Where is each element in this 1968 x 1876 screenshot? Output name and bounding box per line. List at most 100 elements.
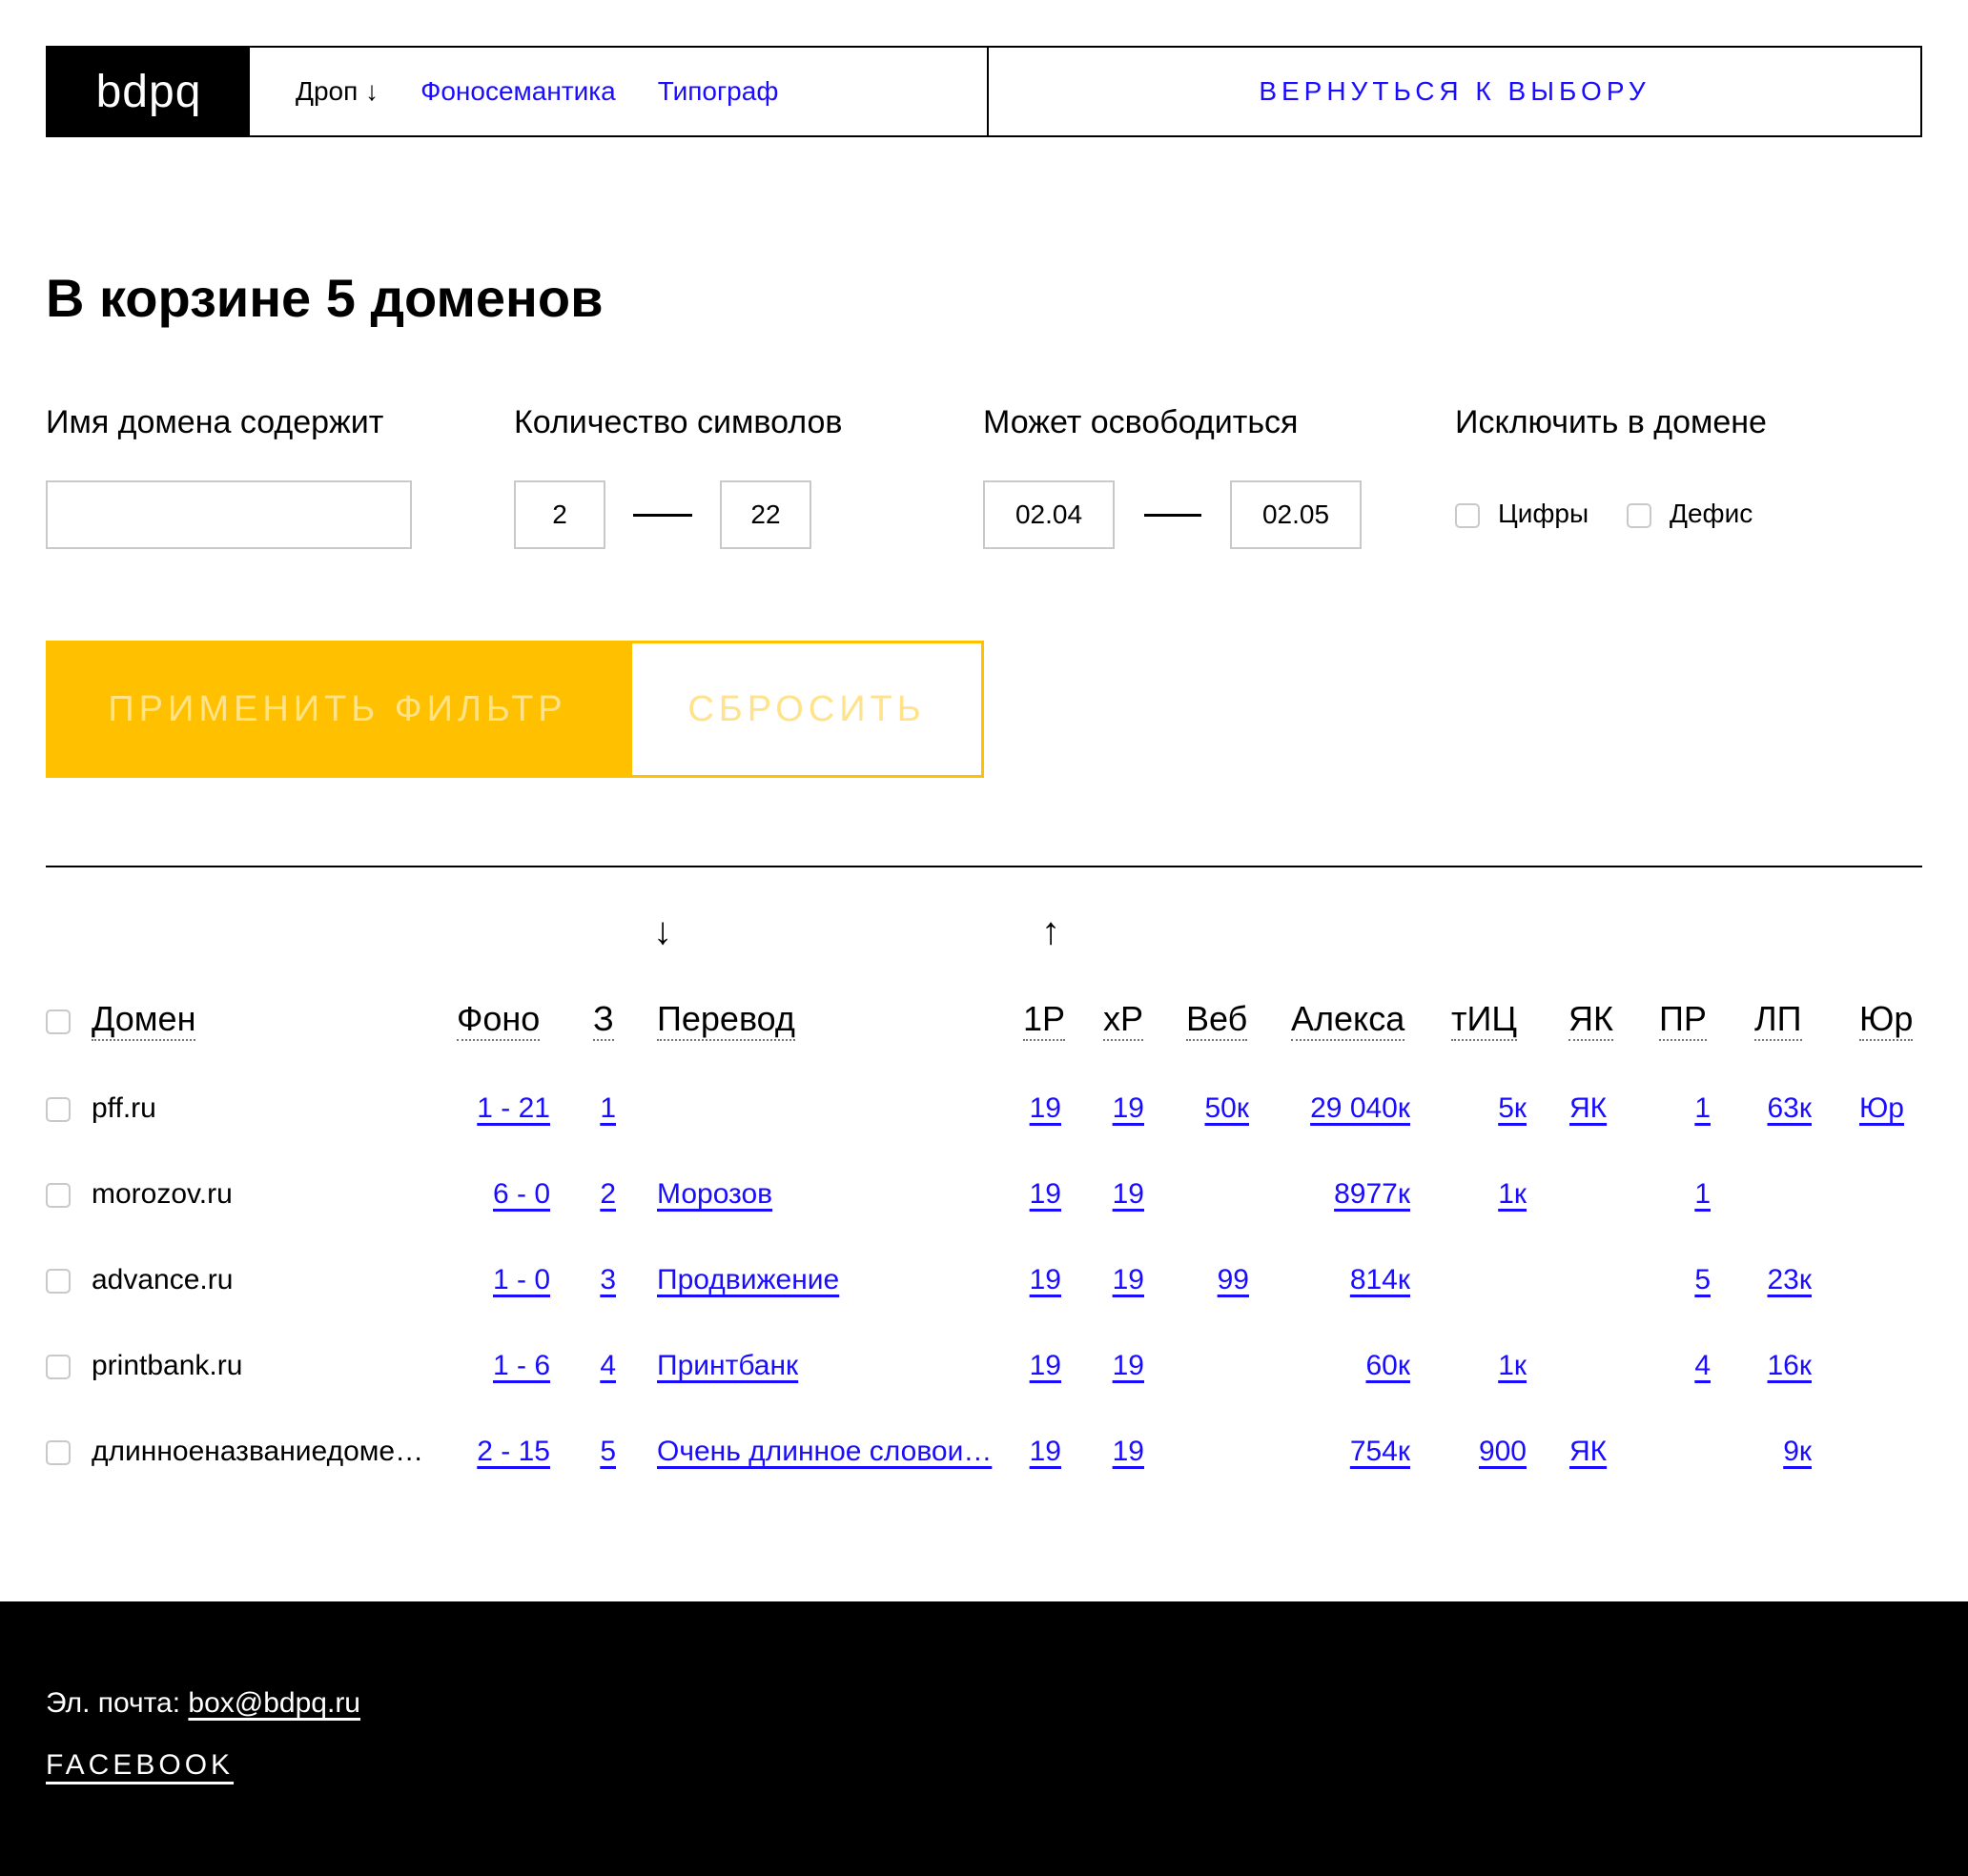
exclude-hyphen-checkbox[interactable] bbox=[1627, 503, 1651, 528]
domain-name: pff.ru bbox=[92, 1092, 156, 1124]
cell-fono[interactable]: 2 - 15 bbox=[477, 1435, 550, 1469]
cell-z[interactable]: 4 bbox=[600, 1349, 616, 1383]
column-header-xp[interactable]: хР bbox=[1103, 999, 1144, 1041]
column-header-yur[interactable]: Юр bbox=[1859, 999, 1914, 1041]
length-from-input[interactable]: 2 bbox=[514, 480, 605, 549]
column-header-lp[interactable]: ЛП bbox=[1754, 999, 1802, 1041]
cell-xp[interactable]: 19 bbox=[1113, 1263, 1144, 1297]
row-checkbox[interactable] bbox=[46, 1183, 71, 1208]
column-header-1p[interactable]: 1Р bbox=[1023, 999, 1066, 1041]
cell-p1[interactable]: 19 bbox=[1030, 1263, 1061, 1297]
email-label: Эл. почта: bbox=[46, 1687, 181, 1719]
domain-name-input[interactable] bbox=[46, 480, 412, 549]
cell-yur[interactable]: Юр bbox=[1859, 1091, 1904, 1126]
column-header-fono[interactable]: Фоно bbox=[457, 999, 541, 1041]
cell-tic[interactable]: 900 bbox=[1479, 1435, 1527, 1469]
cell-translation[interactable]: Принтбанк bbox=[657, 1349, 798, 1383]
nav-item-drop[interactable]: Дроп ↓ bbox=[296, 76, 379, 107]
range-dash bbox=[633, 514, 692, 517]
email-link[interactable]: box@bdpq.ru bbox=[188, 1687, 360, 1719]
column-header-yak[interactable]: ЯК bbox=[1568, 999, 1613, 1041]
column-header-alexa[interactable]: Алекса bbox=[1291, 999, 1405, 1041]
cell-z[interactable]: 3 bbox=[600, 1263, 616, 1297]
row-checkbox[interactable] bbox=[46, 1355, 71, 1379]
cell-p1[interactable]: 19 bbox=[1030, 1435, 1061, 1469]
cell-alexa[interactable]: 8977к bbox=[1334, 1177, 1410, 1212]
cell-yak[interactable]: ЯК bbox=[1569, 1091, 1607, 1126]
main-nav: Дроп ↓ Фоносемантика Типограф bbox=[250, 48, 989, 135]
cell-alexa[interactable]: 814к bbox=[1350, 1263, 1410, 1297]
back-to-selection-button[interactable]: ВЕРНУТЬСЯ К ВЫБОРУ bbox=[989, 48, 1920, 135]
row-checkbox[interactable] bbox=[46, 1097, 71, 1122]
footer-email-line: Эл. почта: box@bdpq.ru bbox=[46, 1687, 360, 1720]
cell-xp[interactable]: 19 bbox=[1113, 1177, 1144, 1212]
exclude-digits-checkbox[interactable] bbox=[1455, 503, 1480, 528]
cell-pr[interactable]: 1 bbox=[1694, 1177, 1711, 1212]
row-checkbox[interactable] bbox=[46, 1440, 71, 1465]
release-to-input[interactable]: 02.05 bbox=[1230, 480, 1362, 549]
cell-z[interactable]: 2 bbox=[600, 1177, 616, 1212]
logo[interactable]: bdpq bbox=[48, 48, 250, 135]
column-header-tic[interactable]: тИЦ bbox=[1451, 999, 1517, 1041]
cell-web[interactable]: 99 bbox=[1218, 1263, 1249, 1297]
cell-p1[interactable]: 19 bbox=[1030, 1349, 1061, 1383]
cell-web[interactable]: 50к bbox=[1205, 1091, 1250, 1126]
release-from-input[interactable]: 02.04 bbox=[983, 480, 1115, 549]
exclude-hyphen-label: Дефис bbox=[1670, 499, 1753, 528]
page-title: В корзине 5 доменов bbox=[46, 268, 604, 328]
cell-translation[interactable]: Очень длинное словои… bbox=[657, 1435, 992, 1469]
domain-name-filter-label: Имя домена содержит bbox=[46, 404, 384, 440]
cell-xp[interactable]: 19 bbox=[1113, 1349, 1144, 1383]
exclude-digits-label: Цифры bbox=[1498, 499, 1589, 528]
release-filter-label: Может освободиться bbox=[983, 404, 1299, 440]
cell-xp[interactable]: 19 bbox=[1113, 1435, 1144, 1469]
select-all-checkbox[interactable] bbox=[46, 1009, 71, 1034]
cell-lp[interactable]: 9к bbox=[1783, 1435, 1812, 1469]
column-header-web[interactable]: Веб bbox=[1186, 999, 1248, 1041]
top-bar: bdpq Дроп ↓ Фоносемантика Типограф ВЕРНУ… bbox=[46, 46, 1922, 137]
cell-translation[interactable]: Морозов bbox=[657, 1177, 772, 1212]
domain-name: printbank.ru bbox=[92, 1350, 243, 1381]
column-header-z[interactable]: З bbox=[593, 999, 614, 1041]
cell-tic[interactable]: 1к bbox=[1498, 1177, 1527, 1212]
reset-filter-button[interactable]: СБРОСИТЬ bbox=[629, 641, 984, 778]
cell-fono[interactable]: 1 - 21 bbox=[477, 1091, 550, 1126]
cell-z[interactable]: 1 bbox=[600, 1091, 616, 1126]
domain-name: длинноеназваниедоме… bbox=[92, 1436, 424, 1467]
nav-item-typograph[interactable]: Типограф bbox=[658, 76, 779, 107]
domain-name: morozov.ru bbox=[92, 1178, 233, 1210]
column-header-translation[interactable]: Перевод bbox=[657, 999, 795, 1041]
column-header-domain[interactable]: Домен bbox=[92, 999, 196, 1041]
cell-pr[interactable]: 4 bbox=[1694, 1349, 1711, 1383]
cell-fono[interactable]: 6 - 0 bbox=[493, 1177, 550, 1212]
cell-p1[interactable]: 19 bbox=[1030, 1091, 1061, 1126]
exclude-filter-label: Исключить в домене bbox=[1455, 404, 1767, 440]
cell-xp[interactable]: 19 bbox=[1113, 1091, 1144, 1126]
domain-name: advance.ru bbox=[92, 1264, 234, 1295]
apply-filter-button[interactable]: ПРИМЕНИТЬ ФИЛЬТР bbox=[46, 641, 629, 778]
cell-pr[interactable]: 5 bbox=[1694, 1263, 1711, 1297]
cell-lp[interactable]: 16к bbox=[1768, 1349, 1813, 1383]
cell-yak[interactable]: ЯК bbox=[1569, 1435, 1607, 1469]
nav-item-phonosemantics[interactable]: Фоносемантика bbox=[420, 76, 616, 107]
cell-alexa[interactable]: 29 040к bbox=[1310, 1091, 1410, 1126]
cell-tic[interactable]: 1к bbox=[1498, 1349, 1527, 1383]
cell-fono[interactable]: 1 - 0 bbox=[493, 1263, 550, 1297]
cell-translation[interactable]: Продвижение bbox=[657, 1263, 839, 1297]
sort-asc-arrow-icon[interactable]: ↑ bbox=[1041, 910, 1060, 953]
cell-lp[interactable]: 63к bbox=[1768, 1091, 1813, 1126]
cell-z[interactable]: 5 bbox=[600, 1435, 616, 1469]
column-header-pr[interactable]: ПР bbox=[1659, 999, 1707, 1041]
cell-fono[interactable]: 1 - 6 bbox=[493, 1349, 550, 1383]
cell-alexa[interactable]: 60к bbox=[1366, 1349, 1411, 1383]
footer: Эл. почта: box@bdpq.ru FACEBOOK bbox=[0, 1601, 1968, 1876]
facebook-link[interactable]: FACEBOOK bbox=[46, 1749, 234, 1782]
length-to-input[interactable]: 22 bbox=[720, 480, 811, 549]
cell-pr[interactable]: 1 bbox=[1694, 1091, 1711, 1126]
cell-tic[interactable]: 5к bbox=[1498, 1091, 1527, 1126]
row-checkbox[interactable] bbox=[46, 1269, 71, 1294]
cell-lp[interactable]: 23к bbox=[1768, 1263, 1813, 1297]
cell-p1[interactable]: 19 bbox=[1030, 1177, 1061, 1212]
sort-desc-arrow-icon[interactable]: ↓ bbox=[653, 910, 672, 953]
cell-alexa[interactable]: 754к bbox=[1350, 1435, 1410, 1469]
